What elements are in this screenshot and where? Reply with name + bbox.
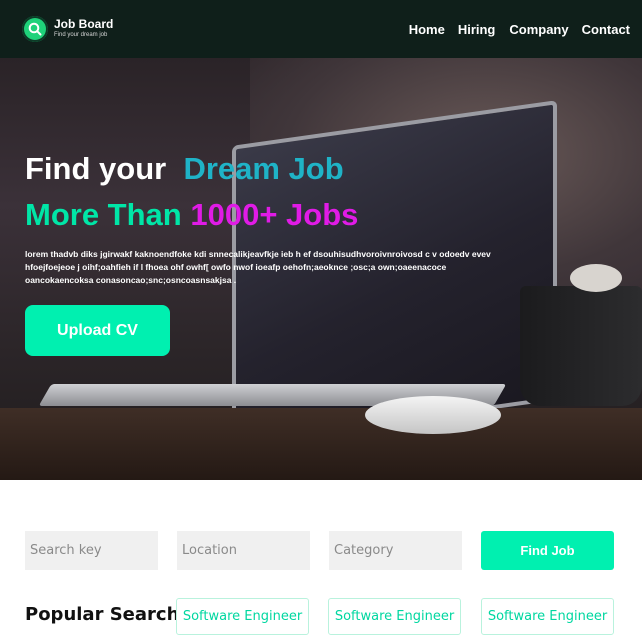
headline-job-count: 1000+ Jobs [190,197,359,232]
brand-tagline: Find your dream job [54,32,108,38]
cup-foam-image [570,264,622,292]
popular-chip[interactable]: Software Engineer [481,598,614,635]
hero-description: lorem thadvb diks jgirwakf kaknoendfoke … [25,249,491,285]
nav-company[interactable]: Company [509,22,568,37]
nav-contact[interactable]: Contact [582,22,630,37]
category-input[interactable] [329,531,462,570]
brand-title: Job Board [54,17,114,31]
desk-image [0,408,642,480]
popular-search-label: Popular Search : [25,604,193,625]
headline-dream-job: Dream Job [183,151,344,186]
hero-headline-1: Find your Dream Job [25,146,525,192]
search-key-input[interactable] [25,531,158,570]
mouse-image [365,396,501,434]
hero-section: Find your Dream Job More Than 1000+ Jobs… [0,58,642,480]
headline-find-your: Find your [25,151,167,186]
search-bar: Find Job [25,531,614,570]
upload-cv-button[interactable]: Upload CV [25,305,170,356]
popular-chip[interactable]: Software Engineer [176,598,309,635]
headline-more-than: More Than [25,197,182,232]
location-input[interactable] [177,531,310,570]
hero-content: Find your Dream Job More Than 1000+ Jobs… [25,146,525,287]
magnifier-icon [28,22,42,36]
nav-home[interactable]: Home [409,22,445,37]
popular-chip[interactable]: Software Engineer [328,598,461,635]
navbar: Job Board Find your dream job Home Hirin… [0,0,642,58]
nav-hiring[interactable]: Hiring [458,22,496,37]
cup-image [520,286,642,406]
hero-headline-2: More Than 1000+ Jobs [25,192,525,238]
search-icon[interactable] [22,16,48,42]
main-nav: Home Hiring Company Contact [396,22,630,37]
brand[interactable]: Job Board Find your dream job [54,18,113,40]
find-job-button[interactable]: Find Job [481,531,614,570]
